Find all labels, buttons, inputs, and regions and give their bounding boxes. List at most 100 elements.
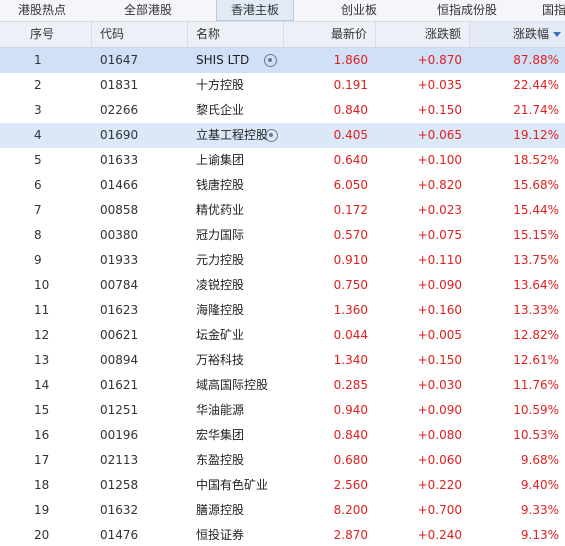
- latest-price: 0.750: [333, 278, 368, 292]
- change-percent: 15.15%: [513, 228, 559, 242]
- latest-price: 0.285: [333, 378, 368, 392]
- table-row[interactable]: 19 01632 膳源控股 8.200 +0.700 9.33%: [0, 498, 565, 523]
- price-change: +0.030: [417, 378, 462, 392]
- price-change: +0.870: [417, 53, 462, 67]
- watch-eye-icon[interactable]: [264, 54, 277, 67]
- row-index: 7: [34, 203, 42, 217]
- table-row[interactable]: 3 02266 黎氏企业 0.840 +0.150 21.74%: [0, 98, 565, 123]
- tab-hk-hot[interactable]: 港股热点: [0, 0, 84, 21]
- stock-name: 中国有色矿业: [196, 478, 269, 492]
- header-pct[interactable]: 涨跌幅: [470, 22, 565, 47]
- header-code[interactable]: 代码: [92, 22, 188, 47]
- stock-code: 00784: [100, 278, 139, 292]
- row-index: 10: [34, 278, 50, 292]
- table-row[interactable]: 16 00196 宏华集团 0.840 +0.080 10.53%: [0, 423, 565, 448]
- stock-name: 膳源控股: [196, 503, 245, 517]
- row-index: 2: [34, 78, 42, 92]
- table-row[interactable]: 15 01251 华油能源 0.940 +0.090 10.59%: [0, 398, 565, 423]
- change-percent: 22.44%: [513, 78, 559, 92]
- header-change[interactable]: 涨跌额: [376, 22, 470, 47]
- stock-name: 十方控股: [196, 78, 245, 92]
- price-change: +0.100: [417, 153, 462, 167]
- table-row[interactable]: 12 00621 坛金矿业 0.044 +0.005 12.82%: [0, 323, 565, 348]
- latest-price: 1.860: [333, 53, 368, 67]
- stock-name: 东盈控股: [196, 453, 245, 467]
- row-index: 15: [34, 403, 50, 417]
- table-row[interactable]: 14 01621 域高国际控股 0.285 +0.030 11.76%: [0, 373, 565, 398]
- tab-hsi-constituents[interactable]: 恒指成份股: [422, 0, 512, 21]
- price-change: +0.090: [417, 403, 462, 417]
- table-row[interactable]: 17 02113 东盈控股 0.680 +0.060 9.68%: [0, 448, 565, 473]
- stock-code: 01623: [100, 303, 139, 317]
- change-percent: 13.75%: [513, 253, 559, 267]
- row-index: 11: [34, 303, 50, 317]
- table-row[interactable]: 7 00858 精优药业 0.172 +0.023 15.44%: [0, 198, 565, 223]
- row-index: 13: [34, 353, 50, 367]
- latest-price: 0.840: [333, 103, 368, 117]
- latest-price: 0.570: [333, 228, 368, 242]
- price-change: +0.035: [417, 78, 462, 92]
- change-percent: 21.74%: [513, 103, 559, 117]
- price-change: +0.060: [417, 453, 462, 467]
- stock-name: 华油能源: [196, 403, 245, 417]
- market-tab-bar: 港股热点 全部港股 香港主板 创业板 恒指成份股 国指: [0, 0, 565, 22]
- stock-code: 01690: [100, 128, 139, 142]
- latest-price: 0.680: [333, 453, 368, 467]
- table-row[interactable]: 10 00784 凌锐控股 0.750 +0.090 13.64%: [0, 273, 565, 298]
- table-row[interactable]: 8 00380 冠力国际 0.570 +0.075 15.15%: [0, 223, 565, 248]
- table-row[interactable]: 1 01647 SHIS LTD 1.860 +0.870 87.88%: [0, 48, 565, 73]
- price-change: +0.023: [417, 203, 462, 217]
- row-index: 20: [34, 528, 50, 542]
- change-percent: 9.13%: [520, 528, 559, 542]
- latest-price: 0.191: [333, 78, 368, 92]
- tab-hk-main-board[interactable]: 香港主板: [216, 0, 294, 21]
- header-idx[interactable]: 序号: [0, 22, 92, 47]
- table-row[interactable]: 5 01633 上谕集团 0.640 +0.100 18.52%: [0, 148, 565, 173]
- stock-name: 上谕集团: [196, 153, 245, 167]
- change-percent: 12.82%: [513, 328, 559, 342]
- change-percent: 9.40%: [520, 478, 559, 492]
- price-change: +0.150: [417, 353, 462, 367]
- tab-all-hk[interactable]: 全部港股: [98, 0, 198, 21]
- stock-code: 01621: [100, 378, 139, 392]
- tab-gem[interactable]: 创业板: [312, 0, 406, 21]
- stock-code: 00621: [100, 328, 139, 342]
- table-row[interactable]: 2 01831 十方控股 0.191 +0.035 22.44%: [0, 73, 565, 98]
- stock-code: 01258: [100, 478, 139, 492]
- latest-price: 2.560: [333, 478, 368, 492]
- stock-code: 00380: [100, 228, 139, 242]
- table-row[interactable]: 11 01623 海隆控股 1.360 +0.160 13.33%: [0, 298, 565, 323]
- change-percent: 15.44%: [513, 203, 559, 217]
- latest-price: 1.340: [333, 353, 368, 367]
- table-row[interactable]: 18 01258 中国有色矿业 2.560 +0.220 9.40%: [0, 473, 565, 498]
- table-row[interactable]: 4 01690 立基工程控股 0.405 +0.065 19.12%: [0, 123, 565, 148]
- price-change: +0.820: [417, 178, 462, 192]
- stock-code: 01466: [100, 178, 139, 192]
- stock-name: 精优药业: [196, 203, 245, 217]
- table-row[interactable]: 6 01466 钱唐控股 6.050 +0.820 15.68%: [0, 173, 565, 198]
- price-change: +0.220: [417, 478, 462, 492]
- change-percent: 13.33%: [513, 303, 559, 317]
- row-index: 14: [34, 378, 50, 392]
- table-row[interactable]: 13 00894 万裕科技 1.340 +0.150 12.61%: [0, 348, 565, 373]
- tab-hscei[interactable]: 国指: [534, 0, 565, 21]
- price-change: +0.240: [417, 528, 462, 542]
- header-name[interactable]: 名称: [188, 22, 284, 47]
- table-row[interactable]: 20 01476 恒投证券 2.870 +0.240 9.13%: [0, 523, 565, 546]
- watch-eye-icon[interactable]: [265, 129, 278, 142]
- stock-code: 01647: [100, 53, 139, 67]
- stock-code: 00196: [100, 428, 139, 442]
- header-price[interactable]: 最新价: [284, 22, 376, 47]
- stock-code: 01633: [100, 153, 139, 167]
- change-percent: 19.12%: [513, 128, 559, 142]
- latest-price: 6.050: [333, 178, 368, 192]
- stock-name: 冠力国际: [196, 228, 245, 242]
- row-index: 6: [34, 178, 42, 192]
- price-change: +0.090: [417, 278, 462, 292]
- stock-code: 02266: [100, 103, 139, 117]
- latest-price: 0.910: [333, 253, 368, 267]
- table-row[interactable]: 9 01933 元力控股 0.910 +0.110 13.75%: [0, 248, 565, 273]
- latest-price: 8.200: [333, 503, 368, 517]
- sort-desc-icon[interactable]: [553, 32, 561, 37]
- stock-name: 钱唐控股: [196, 178, 245, 192]
